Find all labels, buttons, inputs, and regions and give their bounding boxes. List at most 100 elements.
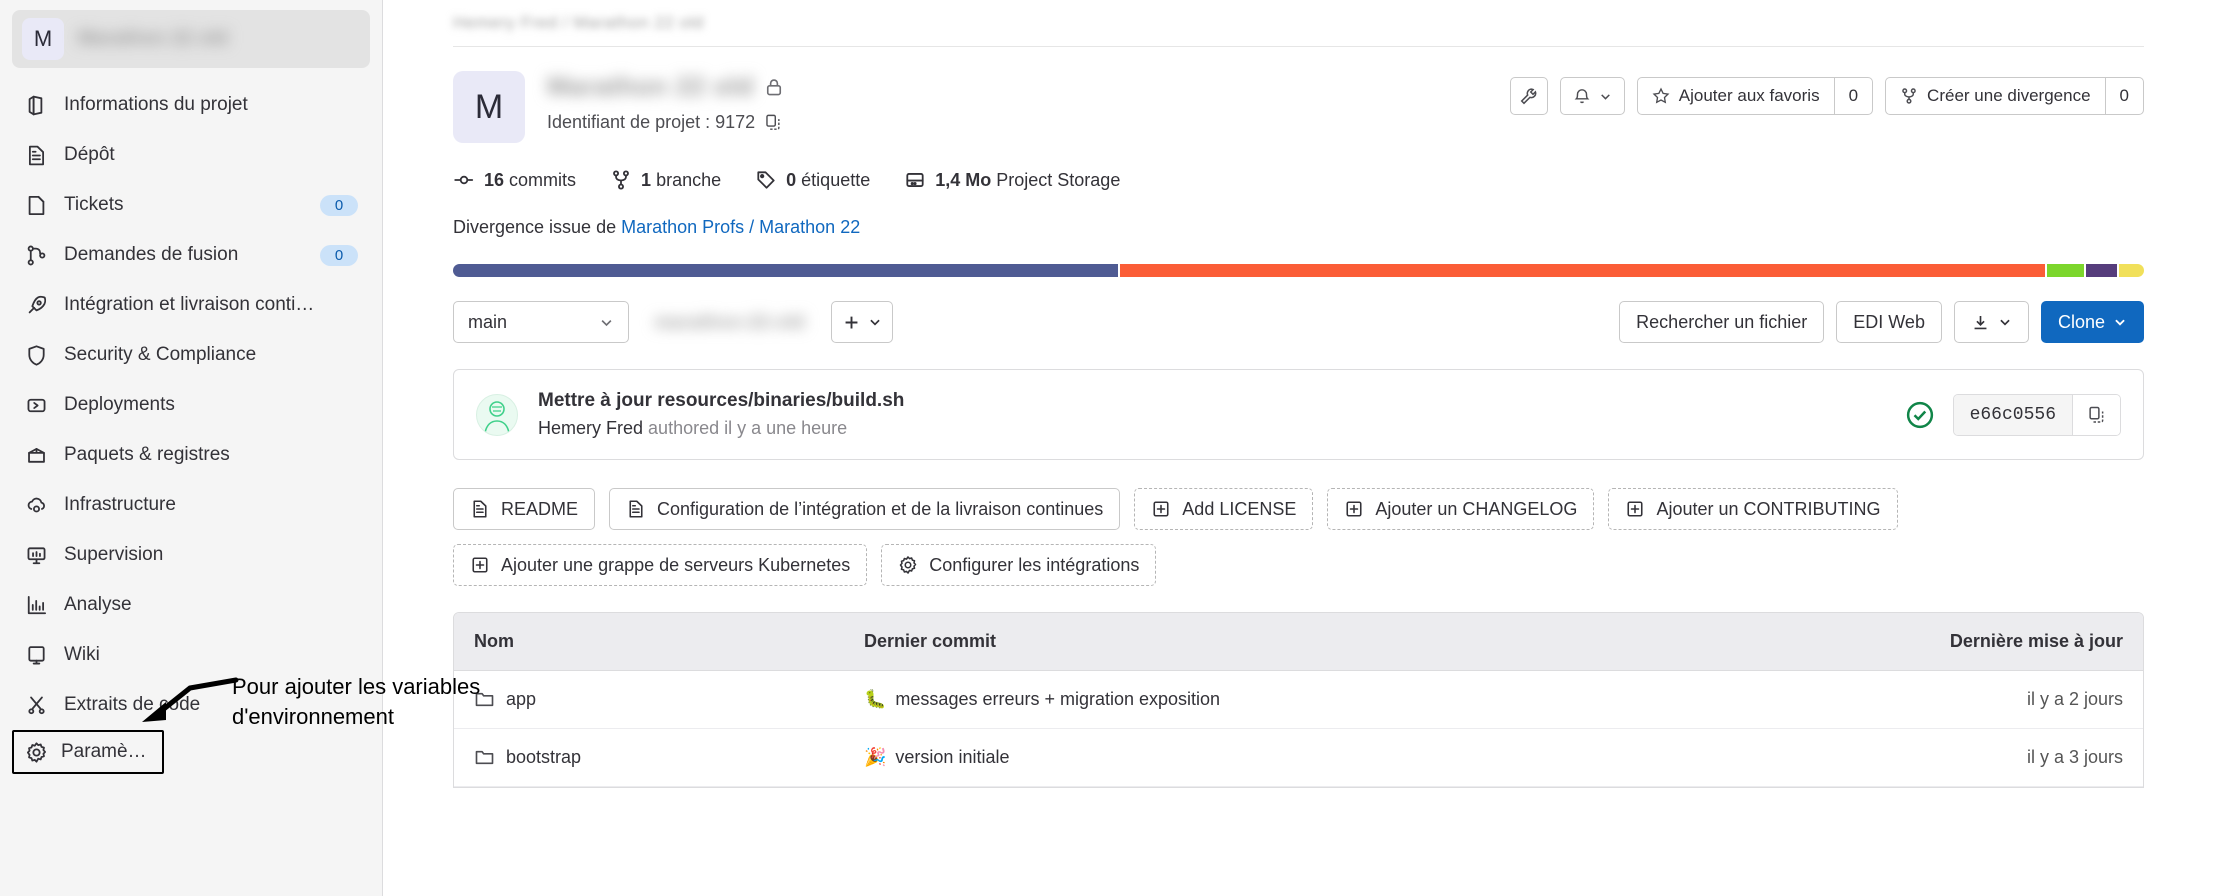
quick-actions: README Configuration de l’intégration et … <box>453 488 2144 586</box>
project-info-icon <box>24 93 48 117</box>
sidebar-item-informations-du-projet[interactable]: Informations du projet <box>12 80 370 130</box>
stat-tiquette[interactable]: 0 étiquette <box>755 169 870 191</box>
copy-icon[interactable] <box>2072 394 2120 435</box>
repository-icon <box>24 143 48 167</box>
project-id: Identifiant de projet : 9172 <box>547 112 784 133</box>
fork-count[interactable]: 0 <box>2104 78 2143 114</box>
stat-branche[interactable]: 1 branche <box>610 169 721 191</box>
branch-selector[interactable]: main <box>453 301 629 343</box>
stat-value: 0 <box>786 169 797 190</box>
last-commit-card: Mettre à jour resources/binaries/build.s… <box>453 369 2144 460</box>
commit-emoji: 🎉 <box>864 747 887 767</box>
issues-icon <box>24 193 48 217</box>
branch-icon <box>610 169 632 191</box>
table-row[interactable]: bootstrap 🎉 version initiale il y a 3 jours <box>454 729 2143 787</box>
fork-button[interactable]: Créer une divergence <box>1886 78 2104 114</box>
sidebar-item-infrastructure[interactable]: Infrastructure <box>12 480 370 530</box>
web-ide-button[interactable]: EDI Web <box>1836 301 1942 343</box>
copy-icon[interactable] <box>764 113 783 132</box>
plus-square-icon <box>1625 499 1645 519</box>
file-commit-cell[interactable]: 🐛 messages erreurs + migration exposition <box>864 689 1913 710</box>
fork-origin-link[interactable]: Marathon Profs / Marathon 22 <box>621 217 860 237</box>
quick-action-ajouter-une-grappe-de-serveurs-kub[interactable]: Ajouter une grappe de serveurs Kubernete… <box>453 544 868 586</box>
sidebar-item-security-compliance[interactable]: Security & Compliance <box>12 330 370 380</box>
sidebar: M Marathon 22 old Informations du projet… <box>0 0 383 896</box>
sidebar-item-demandes-de-fusion[interactable]: Demandes de fusion 0 <box>12 230 370 280</box>
language-segment-3[interactable] <box>2047 264 2085 277</box>
project-header: M Marathon 22 old Identifiant de projet … <box>453 47 2144 143</box>
quick-action-ajouter-un-changelog[interactable]: Ajouter un CHANGELOG <box>1327 488 1595 530</box>
quick-action-add-license[interactable]: Add LICENSE <box>1134 488 1314 530</box>
plus-square-icon <box>1151 499 1171 519</box>
sidebar-item-analyse[interactable]: Analyse <box>12 580 370 630</box>
sidebar-item-paquets-registres[interactable]: Paquets & registres <box>12 430 370 480</box>
project-title: Marathon 22 old <box>547 71 754 101</box>
stat-value: 1 <box>641 169 652 190</box>
stat-project-storage[interactable]: 1,4 Mo Project Storage <box>904 169 1120 191</box>
project-id-label: Identifiant de projet : 9172 <box>547 112 756 132</box>
commit-sha[interactable]: e66c0556 <box>1953 394 2072 435</box>
lock-icon <box>764 77 784 97</box>
clone-button[interactable]: Clone <box>2040 301 2144 343</box>
repo-toolbar-right: Rechercher un fichier EDI Web Clone <box>1619 301 2144 343</box>
repo-path: marathon-22-old <box>655 311 806 332</box>
file-commit-cell[interactable]: 🎉 version initiale <box>864 747 1913 768</box>
add-to-repo-button[interactable] <box>831 301 894 343</box>
file-name-cell[interactable]: bootstrap <box>454 747 864 768</box>
sidebar-project-chip[interactable]: M Marathon 22 old <box>12 10 370 68</box>
column-last-commit: Dernier commit <box>864 631 997 651</box>
file-commit-message: messages erreurs + migration exposition <box>895 689 1221 709</box>
commit-icon <box>453 169 475 191</box>
download-icon <box>1971 313 1990 332</box>
sidebar-item-label: Tickets <box>64 194 124 215</box>
stat-value: 16 <box>484 169 505 190</box>
project-avatar: M <box>453 71 525 143</box>
sidebar-item-d-p-t[interactable]: Dépôt <box>12 130 370 180</box>
language-segment-4[interactable] <box>2086 264 2117 277</box>
sidebar-item-label: Intégration et livraison conti… <box>64 294 315 315</box>
stat-label: étiquette <box>801 169 871 190</box>
sidebar-item-int-gration-et-livraison-conti[interactable]: Intégration et livraison conti… <box>12 280 370 330</box>
quick-action-readme[interactable]: README <box>453 488 596 530</box>
sidebar-item-label: Analyse <box>64 594 132 615</box>
star-button[interactable]: Ajouter aux favoris <box>1638 78 1834 114</box>
tag-icon <box>755 169 777 191</box>
download-button[interactable] <box>1953 301 2029 343</box>
find-file-button[interactable]: Rechercher un fichier <box>1619 301 1825 343</box>
language-segment-5[interactable] <box>2118 264 2144 277</box>
wrench-button[interactable] <box>1509 77 1548 115</box>
commit-author[interactable]: Hemery Fred <box>538 418 643 438</box>
sidebar-item-tickets[interactable]: Tickets 0 <box>12 180 370 230</box>
file-table-header: Nom Dernier commit Dernière mise à jour <box>454 613 2143 671</box>
quick-action-label: Ajouter une grappe de serveurs Kubernete… <box>501 554 851 575</box>
language-segment-1[interactable] <box>453 264 1118 277</box>
table-row[interactable]: app 🐛 messages erreurs + migration exposit… <box>454 671 2143 729</box>
sidebar-item-label: Paquets & registres <box>64 444 230 465</box>
fork-label: Créer une divergence <box>1927 86 2091 105</box>
project-header-actions: Ajouter aux favoris 0 Créer une divergen… <box>1509 71 2144 115</box>
sidebar-item-label: Demandes de fusion <box>64 244 239 265</box>
language-segment-2[interactable] <box>1119 264 2046 277</box>
star-icon <box>1652 87 1670 105</box>
sidebar-item-supervision[interactable]: Supervision <box>12 530 370 580</box>
chevron-down-icon <box>1599 90 1612 103</box>
check-circle-icon[interactable] <box>1905 400 1935 430</box>
chevron-down-icon <box>868 315 882 329</box>
quick-action-label: Add LICENSE <box>1182 498 1297 519</box>
commit-time: authored il y a une heure <box>648 418 848 438</box>
star-count[interactable]: 0 <box>1833 78 1872 114</box>
commit-title[interactable]: Mettre à jour resources/binaries/build.s… <box>538 390 904 412</box>
file-table: Nom Dernier commit Dernière mise à jour … <box>453 612 2144 788</box>
file-icon <box>470 499 490 519</box>
stat-commits[interactable]: 16 commits <box>453 169 576 191</box>
plus-icon <box>842 313 861 332</box>
file-name: bootstrap <box>506 747 582 767</box>
quick-action-ajouter-un-contributing[interactable]: Ajouter un CONTRIBUTING <box>1608 488 1898 530</box>
quick-action-configuration-de-l-int-gration-et-[interactable]: Configuration de l’intégration et de la … <box>609 488 1121 530</box>
quick-action-configurer-les-int-grations[interactable]: Configurer les intégrations <box>881 544 1157 586</box>
sidebar-item-deployments[interactable]: Deployments <box>12 380 370 430</box>
sidebar-item-label: Deployments <box>64 394 175 415</box>
avatar <box>476 393 518 436</box>
notifications-button[interactable] <box>1559 77 1625 115</box>
sidebar-item-label: Wiki <box>64 644 100 665</box>
